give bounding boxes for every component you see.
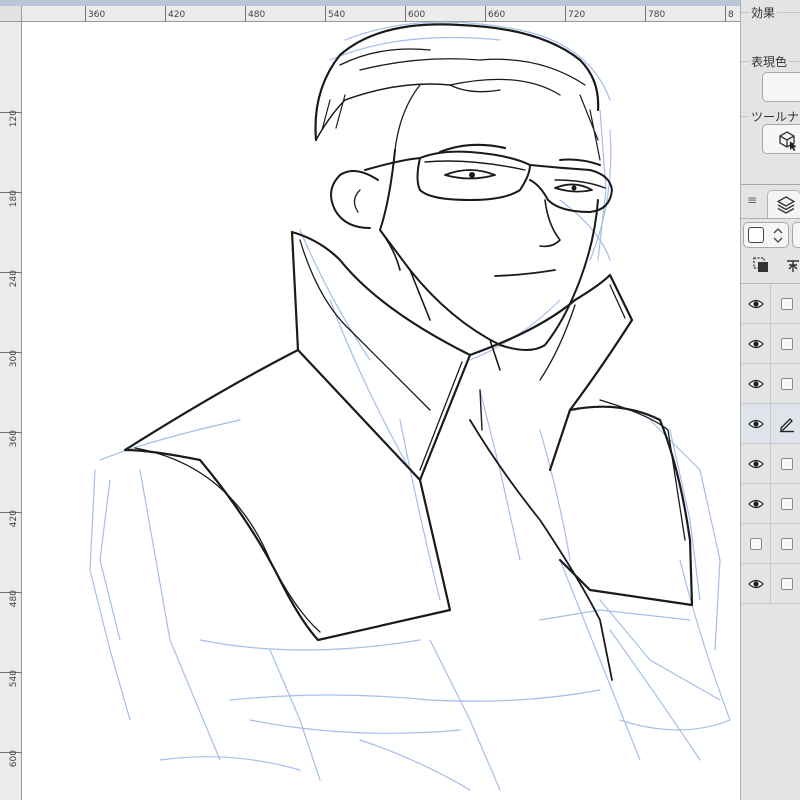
- tool-navigator-label: ツールナ: [749, 108, 800, 125]
- lock-checkbox[interactable]: [780, 538, 793, 550]
- ruler-corner: [0, 6, 22, 22]
- opacity-field[interactable]: [792, 222, 800, 248]
- ruler-left-label: 240: [9, 270, 19, 287]
- visibility-toggle[interactable]: [741, 564, 771, 604]
- ruler-top-label: 540: [328, 10, 345, 20]
- eye-icon: [747, 339, 764, 349]
- line-art-drawing: [89, 22, 731, 791]
- lock-checkbox[interactable]: [780, 378, 793, 390]
- lock-toggle[interactable]: [772, 324, 800, 364]
- visibility-toggle[interactable]: [741, 324, 771, 364]
- eye-icon: [747, 419, 764, 429]
- layers-icon: [776, 196, 796, 214]
- ruler-top-label: 8: [728, 10, 734, 20]
- effect-section-label: 効果: [749, 4, 778, 21]
- lock-checkbox[interactable]: [780, 578, 793, 590]
- visibility-toggle[interactable]: [741, 484, 771, 524]
- visibility-toggle[interactable]: [741, 364, 771, 404]
- expression-color-label: 表現色: [749, 53, 790, 70]
- lock-checkbox[interactable]: [780, 498, 793, 510]
- vertical-ruler[interactable]: 120 180 240 300 360 420 480 540 600: [0, 22, 22, 800]
- ruler-top-label: 600: [408, 10, 425, 20]
- lock-toggle[interactable]: [772, 284, 800, 324]
- layer-list-empty-area: [741, 604, 800, 800]
- object-select-icon: [779, 131, 797, 151]
- layer-color-swatch: [748, 227, 764, 243]
- tool-navigator-button[interactable]: [762, 124, 800, 154]
- panel-menu-icon[interactable]: ≡: [747, 193, 757, 207]
- ruler-top-label: 660: [488, 10, 505, 20]
- right-side-panel: 効果 表現色 ツールナ ≡: [740, 0, 800, 800]
- ruler-left-label: 540: [9, 670, 19, 687]
- ruler-left-label: 180: [9, 190, 19, 207]
- eye-icon: [747, 579, 764, 589]
- ruler-left-label: 120: [9, 110, 19, 127]
- drawing-canvas[interactable]: [22, 22, 740, 800]
- layer-panel-divider: [741, 184, 800, 185]
- eye-icon: [747, 299, 764, 309]
- ruler-left-label: 420: [9, 510, 19, 527]
- eye-icon: [747, 459, 764, 469]
- layer-row[interactable]: [741, 364, 800, 404]
- reference-layer-icon[interactable]: [783, 255, 800, 275]
- chevron-updown-icon: [773, 228, 783, 243]
- lock-checkbox[interactable]: [780, 298, 793, 310]
- editing-indicator: [772, 404, 800, 444]
- lock-checkbox[interactable]: [780, 338, 793, 350]
- expression-color-dropdown[interactable]: [762, 72, 800, 102]
- layer-row-hidden[interactable]: [741, 524, 800, 564]
- lock-toggle[interactable]: [772, 524, 800, 564]
- visibility-toggle[interactable]: [741, 404, 771, 444]
- ruler-left-label: 480: [9, 590, 19, 607]
- ruler-left-label: 600: [9, 750, 19, 767]
- visibility-toggle[interactable]: [741, 524, 771, 564]
- clip-layer-icon[interactable]: [751, 255, 771, 275]
- pen-icon: [779, 418, 794, 433]
- ink-layer: [123, 23, 694, 681]
- ruler-left-label: 360: [9, 430, 19, 447]
- ruler-top-label: 360: [88, 10, 105, 20]
- eye-icon: [747, 499, 764, 509]
- lock-toggle[interactable]: [772, 364, 800, 404]
- layer-row[interactable]: [741, 484, 800, 524]
- layer-row[interactable]: [741, 444, 800, 484]
- lock-toggle[interactable]: [772, 484, 800, 524]
- layer-row[interactable]: [741, 284, 800, 324]
- layer-tab-underline: [741, 218, 800, 219]
- ruler-left-label: 300: [9, 350, 19, 367]
- layer-row[interactable]: [741, 564, 800, 604]
- blend-mode-dropdown[interactable]: [743, 222, 789, 248]
- ruler-top-label: 780: [648, 10, 665, 20]
- ruler-top-label: 480: [248, 10, 265, 20]
- layer-row[interactable]: [741, 324, 800, 364]
- sketch-layer: [89, 22, 731, 791]
- lock-toggle[interactable]: [772, 564, 800, 604]
- visibility-toggle[interactable]: [741, 284, 771, 324]
- layer-row-active[interactable]: [741, 404, 800, 444]
- checkbox-icon[interactable]: [749, 538, 762, 550]
- layer-tab[interactable]: [767, 190, 800, 218]
- eye-icon: [747, 379, 764, 389]
- lock-checkbox[interactable]: [780, 458, 793, 470]
- ruler-top-label: 720: [568, 10, 585, 20]
- visibility-toggle[interactable]: [741, 444, 771, 484]
- horizontal-ruler[interactable]: 360 420 480 540 600 660 720 780 8: [22, 6, 740, 22]
- lock-toggle[interactable]: [772, 444, 800, 484]
- ruler-top-label: 420: [168, 10, 185, 20]
